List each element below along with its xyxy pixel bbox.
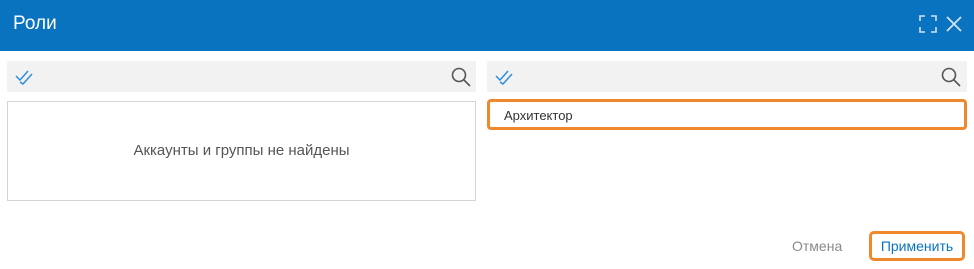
- available-search-bar: [7, 61, 476, 92]
- select-all-check-icon[interactable]: [15, 69, 33, 85]
- list-item-role[interactable]: Архитектор: [487, 99, 967, 130]
- close-icon[interactable]: [945, 15, 963, 33]
- empty-list-message: Аккаунты и группы не найдены: [133, 142, 350, 159]
- search-icon[interactable]: [451, 67, 471, 87]
- maximize-icon[interactable]: [919, 15, 937, 33]
- search-icon[interactable]: [941, 67, 961, 87]
- selected-search-input[interactable]: [519, 65, 933, 89]
- dialog-titlebar: Роли: [0, 0, 974, 51]
- apply-button[interactable]: Применить: [869, 231, 965, 261]
- list-item-label: Архитектор: [504, 108, 573, 123]
- selected-search-bar: [487, 61, 967, 92]
- select-all-check-icon[interactable]: [495, 69, 513, 85]
- available-search-input[interactable]: [39, 65, 443, 89]
- cancel-button[interactable]: Отмена: [784, 236, 850, 262]
- dialog-title: Роли: [13, 13, 57, 34]
- available-accounts-list: Аккаунты и группы не найдены: [7, 101, 476, 201]
